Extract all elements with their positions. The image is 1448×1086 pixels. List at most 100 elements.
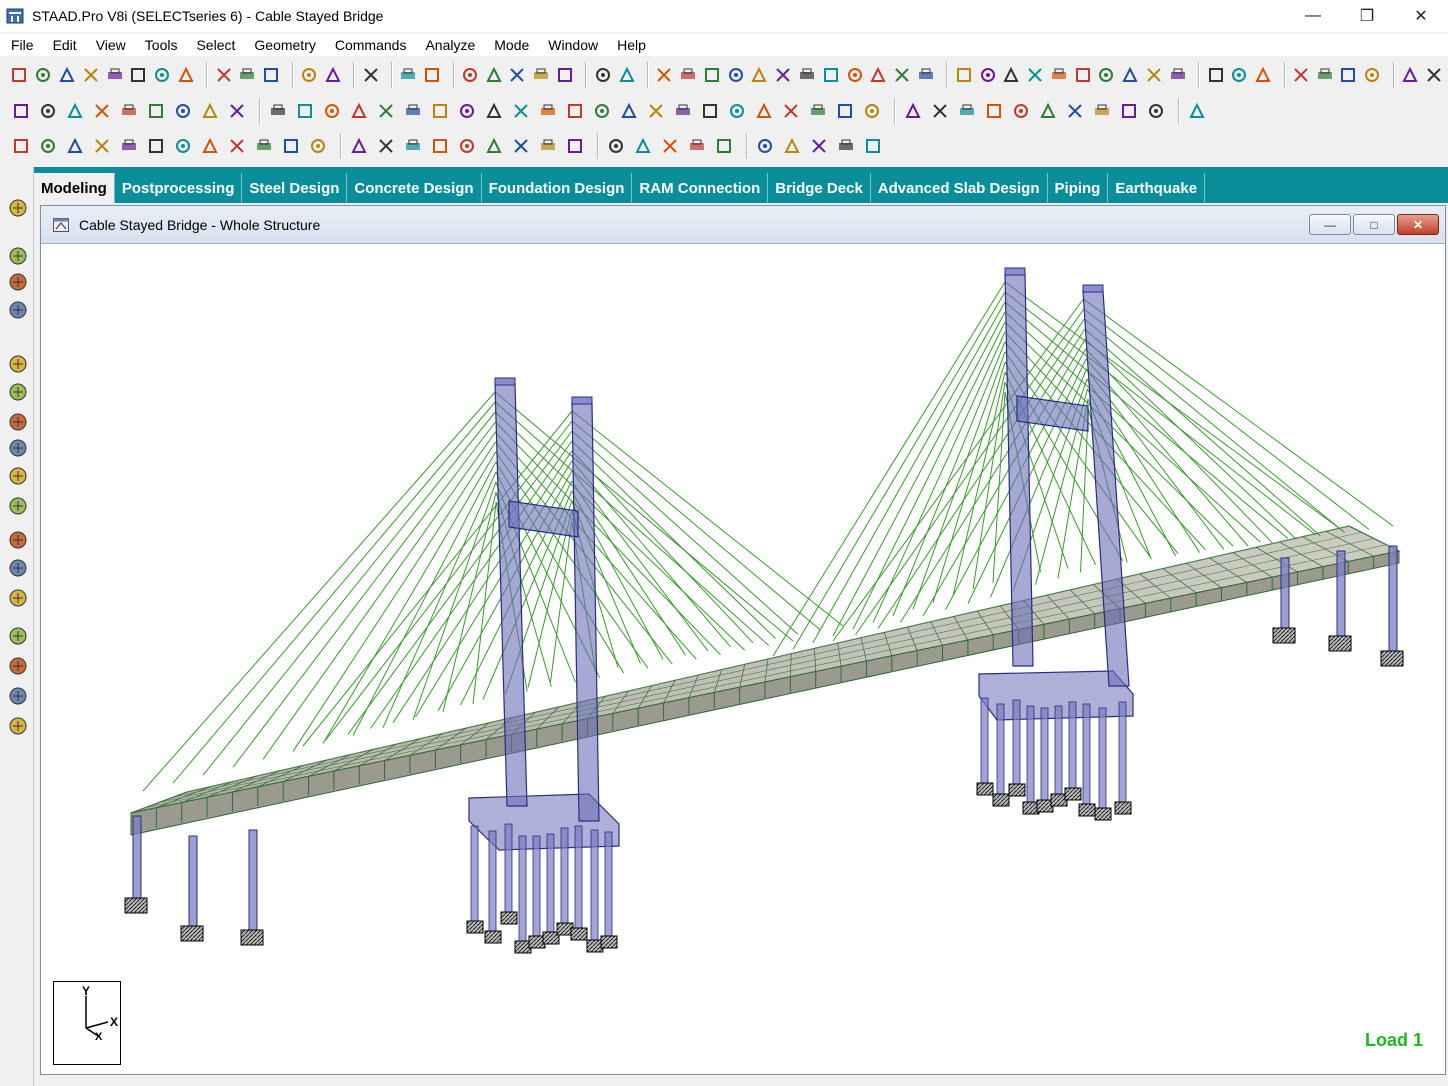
tb3-button-223-icon[interactable] bbox=[659, 135, 681, 157]
tb1-button-44-icon[interactable] bbox=[1168, 64, 1187, 86]
page-control-button-15-icon[interactable] bbox=[7, 685, 29, 707]
menu-geometry[interactable]: Geometry bbox=[243, 37, 323, 53]
tb2-button-120-icon[interactable] bbox=[564, 100, 586, 122]
page-control-button-3-icon[interactable] bbox=[7, 299, 29, 321]
tb1-button-18-icon[interactable] bbox=[508, 64, 527, 86]
tb2-button-129-icon[interactable] bbox=[807, 100, 829, 122]
tb1-button-23-icon[interactable] bbox=[655, 64, 674, 86]
tb2-button-116-icon[interactable] bbox=[456, 100, 478, 122]
tb3-button-227-icon[interactable] bbox=[781, 135, 803, 157]
menu-select[interactable]: Select bbox=[185, 37, 243, 53]
tb3-button-219-icon[interactable] bbox=[537, 135, 559, 157]
page-control-button-2-icon[interactable] bbox=[7, 271, 29, 293]
tb1-button-30-icon[interactable] bbox=[821, 64, 840, 86]
tb2-button-135-icon[interactable] bbox=[983, 100, 1005, 122]
tab-earthquake[interactable]: Earthquake bbox=[1108, 173, 1206, 203]
tb2-button-138-icon[interactable] bbox=[1064, 100, 1086, 122]
page-control-button-5-icon[interactable] bbox=[7, 381, 29, 403]
tb1-button-43-icon[interactable] bbox=[1145, 64, 1164, 86]
tab-concrete-design[interactable]: Concrete Design bbox=[347, 173, 482, 203]
tb1-button-48-icon[interactable] bbox=[1292, 64, 1311, 86]
tb1-button-0-icon[interactable] bbox=[10, 64, 29, 86]
tb1-button-2-icon[interactable] bbox=[58, 64, 77, 86]
tab-postprocessing[interactable]: Postprocessing bbox=[115, 173, 243, 203]
tab-steel-design[interactable]: Steel Design bbox=[242, 173, 348, 203]
tb1-button-51-icon[interactable] bbox=[1363, 64, 1382, 86]
tb1-button-32-icon[interactable] bbox=[869, 64, 888, 86]
tb3-button-206-icon[interactable] bbox=[172, 135, 194, 157]
tab-modeling[interactable]: Modeling bbox=[34, 173, 115, 203]
menu-mode[interactable]: Mode bbox=[483, 37, 537, 53]
tb3-button-210-icon[interactable] bbox=[280, 135, 302, 157]
tb2-button-113-icon[interactable] bbox=[375, 100, 397, 122]
tb2-button-102-icon[interactable] bbox=[64, 100, 86, 122]
maximize-icon[interactable]: □ bbox=[1353, 214, 1395, 235]
close-icon[interactable]: ✕ bbox=[1397, 214, 1439, 235]
tb2-button-112-icon[interactable] bbox=[348, 100, 370, 122]
tb2-button-103-icon[interactable] bbox=[91, 100, 113, 122]
tb3-button-225-icon[interactable] bbox=[713, 135, 735, 157]
tb1-button-27-icon[interactable] bbox=[750, 64, 769, 86]
tb2-button-132-icon[interactable] bbox=[902, 100, 924, 122]
tb2-button-128-icon[interactable] bbox=[780, 100, 802, 122]
page-control-button-10-icon[interactable] bbox=[7, 529, 29, 551]
tb3-button-228-icon[interactable] bbox=[808, 135, 830, 157]
tb2-button-137-icon[interactable] bbox=[1037, 100, 1059, 122]
tb3-button-201-icon[interactable] bbox=[37, 135, 59, 157]
tb3-button-215-icon[interactable] bbox=[429, 135, 451, 157]
tb2-button-130-icon[interactable] bbox=[834, 100, 856, 122]
tb1-button-49-icon[interactable] bbox=[1315, 64, 1334, 86]
tb1-button-20-icon[interactable] bbox=[556, 64, 575, 86]
tb2-button-136-icon[interactable] bbox=[1010, 100, 1032, 122]
tb1-button-12-icon[interactable] bbox=[323, 64, 342, 86]
tb2-button-127-icon[interactable] bbox=[753, 100, 775, 122]
minimize-icon[interactable]: — bbox=[1286, 0, 1340, 32]
tb3-button-204-icon[interactable] bbox=[118, 135, 140, 157]
tb1-button-5-icon[interactable] bbox=[129, 64, 148, 86]
close-icon[interactable]: ✕ bbox=[1394, 0, 1448, 32]
tb1-button-1-icon[interactable] bbox=[34, 64, 53, 86]
tb1-button-21-icon[interactable] bbox=[593, 64, 612, 86]
bridge-model-drawing[interactable] bbox=[53, 246, 1445, 1071]
tb2-button-125-icon[interactable] bbox=[699, 100, 721, 122]
tb3-button-211-icon[interactable] bbox=[307, 135, 329, 157]
tb2-button-117-icon[interactable] bbox=[483, 100, 505, 122]
tb3-button-214-icon[interactable] bbox=[402, 135, 424, 157]
tb2-button-122-icon[interactable] bbox=[618, 100, 640, 122]
tb2-button-109-icon[interactable] bbox=[267, 100, 289, 122]
page-control-button-11-icon[interactable] bbox=[7, 557, 29, 579]
tb2-button-107-icon[interactable] bbox=[199, 100, 221, 122]
tb1-button-50-icon[interactable] bbox=[1339, 64, 1358, 86]
tb2-button-123-icon[interactable] bbox=[645, 100, 667, 122]
page-control-button-13-icon[interactable] bbox=[7, 625, 29, 647]
tb1-button-33-icon[interactable] bbox=[893, 64, 912, 86]
tb1-button-8-icon[interactable] bbox=[214, 64, 233, 86]
page-control-button-0-icon[interactable] bbox=[7, 197, 29, 219]
page-control-button-4-icon[interactable] bbox=[7, 353, 29, 375]
tb3-button-222-icon[interactable] bbox=[632, 135, 654, 157]
tb1-button-25-icon[interactable] bbox=[703, 64, 722, 86]
tb2-button-101-icon[interactable] bbox=[37, 100, 59, 122]
tb1-button-46-icon[interactable] bbox=[1230, 64, 1249, 86]
tab-bridge-deck[interactable]: Bridge Deck bbox=[768, 173, 871, 203]
tb3-button-212-icon[interactable] bbox=[348, 135, 370, 157]
tb3-button-205-icon[interactable] bbox=[145, 135, 167, 157]
tb2-button-115-icon[interactable] bbox=[429, 100, 451, 122]
tab-foundation-design[interactable]: Foundation Design bbox=[482, 173, 633, 203]
tb1-button-52-icon[interactable] bbox=[1401, 64, 1420, 86]
tb1-button-24-icon[interactable] bbox=[679, 64, 698, 86]
tb1-button-39-icon[interactable] bbox=[1049, 64, 1068, 86]
page-control-button-6-icon[interactable] bbox=[7, 411, 29, 433]
tb1-button-7-icon[interactable] bbox=[176, 64, 195, 86]
tb1-button-3-icon[interactable] bbox=[81, 64, 100, 86]
tb1-button-26-icon[interactable] bbox=[726, 64, 745, 86]
structure-window-title-bar[interactable]: Cable Stayed Bridge - Whole Structure — … bbox=[41, 206, 1445, 244]
page-control-button-9-icon[interactable] bbox=[7, 495, 29, 517]
tb2-button-110-icon[interactable] bbox=[294, 100, 316, 122]
tb2-button-140-icon[interactable] bbox=[1118, 100, 1140, 122]
tb1-button-36-icon[interactable] bbox=[978, 64, 997, 86]
tb2-button-142-icon[interactable] bbox=[1186, 100, 1208, 122]
tb2-button-119-icon[interactable] bbox=[537, 100, 559, 122]
tb1-button-38-icon[interactable] bbox=[1026, 64, 1045, 86]
tb1-button-17-icon[interactable] bbox=[484, 64, 503, 86]
